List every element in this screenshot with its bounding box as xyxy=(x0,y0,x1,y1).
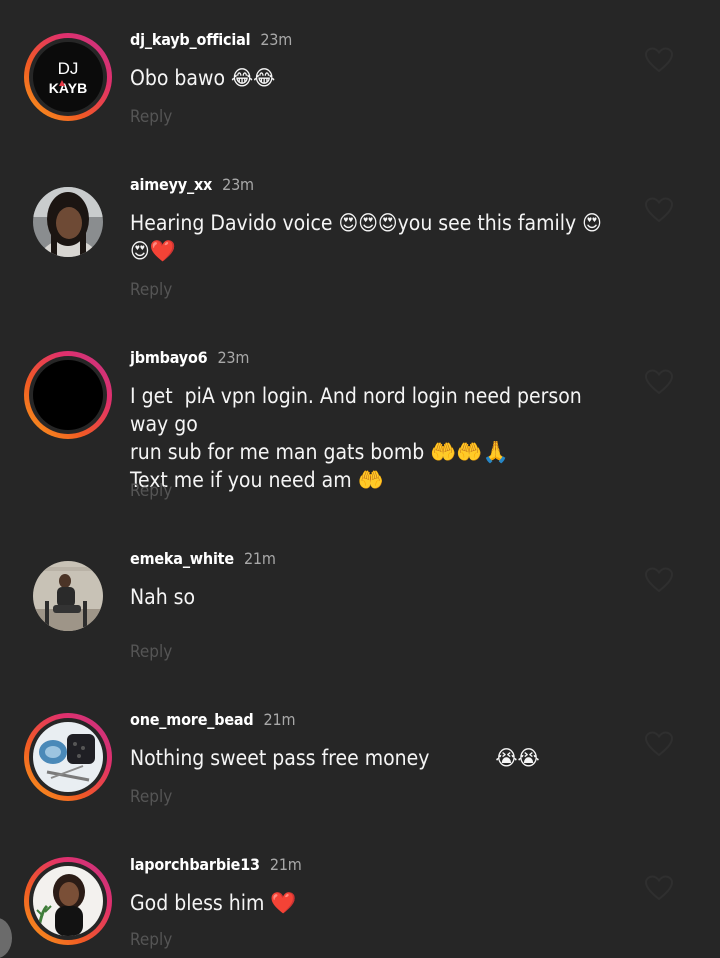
comment-meta: jbmbayo6 23m xyxy=(130,348,249,368)
avatar[interactable] xyxy=(33,187,103,257)
username[interactable]: jbmbayo6 xyxy=(130,348,208,367)
svg-text:KAYB: KAYB xyxy=(49,80,87,96)
avatar-frame[interactable] xyxy=(24,552,112,640)
reply-button[interactable]: Reply xyxy=(130,481,172,501)
username[interactable]: one_more_bead xyxy=(130,710,254,729)
comment-text: Hearing Davido voice 😍😍😍you see this fam… xyxy=(130,211,602,263)
avatar-frame[interactable] xyxy=(24,178,112,266)
username[interactable]: dj_kayb_official xyxy=(130,30,251,49)
timestamp: 21m xyxy=(263,710,296,729)
comment-meta: emeka_white 21m xyxy=(130,549,276,569)
heart-icon[interactable] xyxy=(644,730,674,758)
comment-text: God bless him ❤️ xyxy=(130,891,297,915)
avatar-story-ring[interactable]: DJ KAYB xyxy=(24,33,112,121)
avatar-story-ring[interactable] xyxy=(24,713,112,801)
comment-text: I get piA vpn login. And nord login need… xyxy=(130,384,582,492)
username[interactable]: laporchbarbie13 xyxy=(130,855,260,874)
avatar[interactable] xyxy=(33,360,103,430)
reply-button[interactable]: Reply xyxy=(130,930,172,950)
reply-button[interactable]: Reply xyxy=(130,787,172,807)
heart-icon[interactable] xyxy=(644,368,674,396)
dj-kayb-logo: DJ KAYB xyxy=(49,59,87,96)
timestamp: 23m xyxy=(260,30,293,49)
svg-text:DJ: DJ xyxy=(58,59,79,78)
username[interactable]: emeka_white xyxy=(130,549,234,568)
comment-text: Obo bawo 😂😂 xyxy=(130,66,276,90)
reply-button[interactable]: Reply xyxy=(130,642,172,662)
avatar[interactable] xyxy=(33,866,103,936)
avatar-photo xyxy=(33,722,103,792)
avatar-story-ring[interactable] xyxy=(24,857,112,945)
floating-handle[interactable] xyxy=(0,918,12,958)
avatar-story-ring[interactable] xyxy=(24,351,112,439)
timestamp: 23m xyxy=(217,348,250,367)
avatar[interactable] xyxy=(33,561,103,631)
username[interactable]: aimeyy_xx xyxy=(130,175,212,194)
heart-icon[interactable] xyxy=(644,46,674,74)
comment-meta: one_more_bead 21m xyxy=(130,710,295,730)
heart-icon[interactable] xyxy=(644,566,674,594)
reply-button[interactable]: Reply xyxy=(130,280,172,300)
comment-text: Nothing sweet pass free money 😭😭 xyxy=(130,746,540,770)
avatar-photo xyxy=(33,187,103,257)
comment-meta: aimeyy_xx 23m xyxy=(130,175,254,195)
timestamp: 21m xyxy=(243,549,276,568)
comment-meta: laporchbarbie13 21m xyxy=(130,855,302,875)
heart-icon[interactable] xyxy=(644,196,674,224)
timestamp: 21m xyxy=(269,855,302,874)
avatar[interactable]: DJ KAYB xyxy=(33,42,103,112)
avatar-photo xyxy=(33,561,103,631)
avatar[interactable] xyxy=(33,722,103,792)
reply-button[interactable]: Reply xyxy=(130,107,172,127)
comment-meta: dj_kayb_official 23m xyxy=(130,30,292,50)
comment-text: Nah so xyxy=(130,585,196,609)
avatar-photo xyxy=(33,866,103,936)
heart-icon[interactable] xyxy=(644,874,674,902)
timestamp: 23m xyxy=(222,175,254,194)
